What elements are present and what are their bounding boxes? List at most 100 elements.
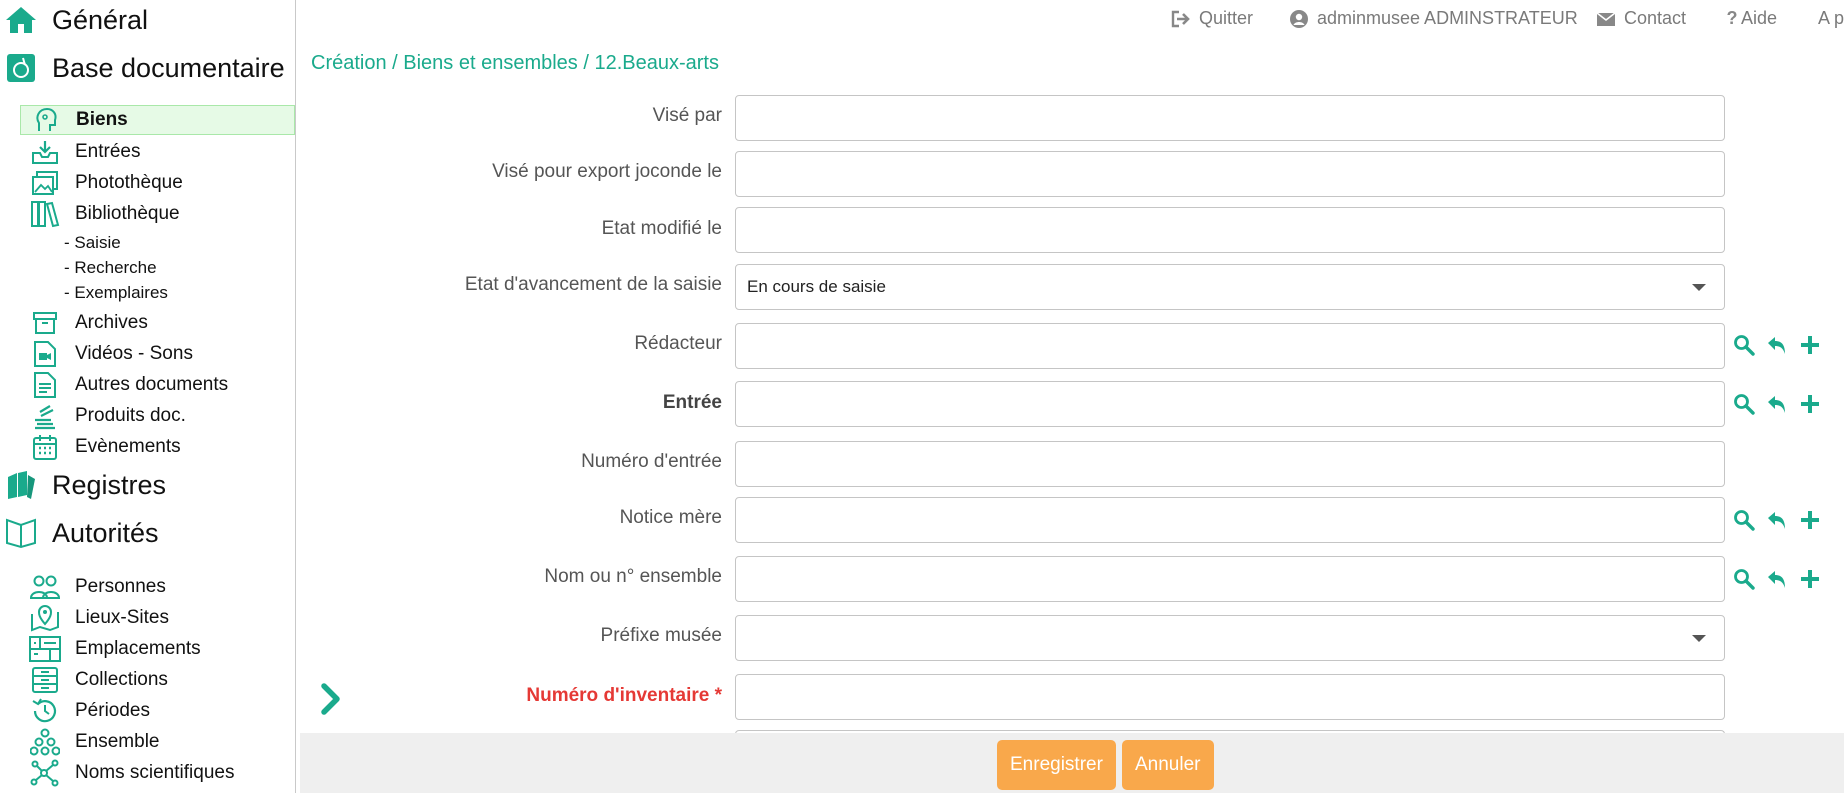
sidebar-item-bibliotheque[interactable]: Bibliothèque xyxy=(20,199,295,229)
nom-ensemble-actions xyxy=(1732,564,1832,594)
truncated-link[interactable]: A p xyxy=(1818,8,1844,29)
search-icon[interactable] xyxy=(1732,565,1755,593)
sidebar-item-autres-documents[interactable]: Autres documents xyxy=(20,370,295,400)
etat-modifie-input[interactable] xyxy=(735,207,1725,253)
undo-icon[interactable] xyxy=(1765,565,1788,593)
sidebar-subitem-recherche[interactable]: - Recherche xyxy=(64,258,157,278)
stack-icon xyxy=(28,401,62,431)
plus-icon[interactable] xyxy=(1799,506,1822,534)
undo-icon[interactable] xyxy=(1765,331,1788,359)
plus-icon[interactable] xyxy=(1799,565,1822,593)
section-base-documentaire-label: Base documentaire xyxy=(52,52,285,83)
prefixe-musee-select[interactable] xyxy=(735,615,1725,661)
sidebar-item-label: Emplacements xyxy=(75,638,201,659)
label-nom-ensemble: Nom ou n° ensemble xyxy=(544,566,722,587)
undo-icon[interactable] xyxy=(1765,390,1788,418)
sidebar-item-label: Archives xyxy=(75,312,148,333)
sidebar-item-archives[interactable]: Archives xyxy=(20,308,295,338)
vise-export-joconde-input[interactable] xyxy=(735,151,1725,197)
sidebar-item-emplacements[interactable]: Emplacements xyxy=(20,634,295,664)
label-vise-par: Visé par xyxy=(652,105,722,126)
images-icon xyxy=(28,168,62,198)
people-icon xyxy=(28,572,62,602)
sidebar-item-produits-doc[interactable]: Produits doc. xyxy=(20,401,295,431)
section-registres-label: Registres xyxy=(52,469,167,500)
section-general[interactable]: Général xyxy=(4,2,148,38)
quit-link[interactable]: Quitter xyxy=(1171,8,1253,29)
archive-icon xyxy=(28,308,62,338)
redacteur-actions xyxy=(1732,330,1832,360)
numero-entree-input[interactable] xyxy=(735,441,1725,487)
search-icon[interactable] xyxy=(1732,506,1755,534)
entree-input[interactable] xyxy=(735,381,1725,427)
nom-ensemble-input[interactable] xyxy=(735,556,1725,602)
sidebar-item-lieux-sites[interactable]: Lieux-Sites xyxy=(20,603,295,633)
documents-icon xyxy=(4,51,38,85)
breadcrumb[interactable]: Création / Biens et ensembles / 12.Beaux… xyxy=(311,52,719,75)
undo-icon[interactable] xyxy=(1765,506,1788,534)
sidebar-item-biens[interactable]: Biens xyxy=(20,105,295,135)
sidebar-item-phototheque[interactable]: Photothèque xyxy=(20,168,295,198)
chevron-down-icon xyxy=(1692,284,1706,291)
notice-mere-actions xyxy=(1732,505,1832,535)
label-notice-mere: Notice mère xyxy=(619,507,722,528)
plus-icon[interactable] xyxy=(1799,390,1822,418)
label-etat-modifie: Etat modifié le xyxy=(601,218,722,239)
chevron-right-icon[interactable] xyxy=(316,680,346,718)
cancel-button[interactable]: Annuler xyxy=(1122,740,1214,790)
sidebar-item-noms-scientifiques[interactable]: Noms scientifiques xyxy=(20,758,295,788)
help-link[interactable]: ? Aide xyxy=(1726,8,1778,29)
plus-icon[interactable] xyxy=(1799,331,1822,359)
sidebar-item-label: Produits doc. xyxy=(75,405,186,426)
vise-par-input[interactable] xyxy=(735,95,1725,141)
sidebar-item-periodes[interactable]: Périodes xyxy=(20,696,295,726)
video-file-icon xyxy=(28,339,62,369)
sidebar-subitem-exemplaires[interactable]: - Exemplaires xyxy=(64,283,168,303)
object-icon xyxy=(29,105,63,135)
sidebar-item-evenements[interactable]: Evènements xyxy=(20,432,295,462)
save-button[interactable]: Enregistrer xyxy=(997,740,1116,790)
sidebar-item-label: Collections xyxy=(75,669,168,690)
sidebar-item-personnes[interactable]: Personnes xyxy=(20,572,295,602)
notice-mere-input[interactable] xyxy=(735,497,1725,543)
numero-inventaire-input[interactable] xyxy=(735,674,1725,720)
user-circle-icon xyxy=(1289,9,1309,29)
label-redacteur: Rédacteur xyxy=(634,333,722,354)
user-menu[interactable]: adminmusee ADMINSTRATEUR xyxy=(1289,8,1578,29)
label-entree: Entrée xyxy=(662,392,722,413)
truncated-label: A p xyxy=(1818,8,1844,28)
sidebar-item-label: Autres documents xyxy=(75,374,229,395)
sidebar-item-label: Lieux-Sites xyxy=(75,607,169,628)
sidebar-subitem-saisie[interactable]: - Saisie xyxy=(64,233,121,253)
map-pin-icon xyxy=(28,603,62,633)
search-icon[interactable] xyxy=(1732,331,1755,359)
sidebar-item-label: Bibliothèque xyxy=(75,203,180,224)
sidebar-item-label: Photothèque xyxy=(75,172,183,193)
label-etat-avancement: Etat d'avancement de la saisie xyxy=(464,274,722,295)
inbox-icon xyxy=(28,137,62,167)
redacteur-input[interactable] xyxy=(735,323,1725,369)
sidebar-item-label: Périodes xyxy=(75,700,150,721)
sidebar-item-entrees[interactable]: Entrées xyxy=(20,137,295,167)
search-icon[interactable] xyxy=(1732,390,1755,418)
section-autorites[interactable]: Autorités xyxy=(4,515,159,551)
sidebar-item-collections[interactable]: Collections xyxy=(20,665,295,695)
top-bar: Quitter adminmusee ADMINSTRATEUR Contact… xyxy=(296,0,1844,40)
etat-avancement-select[interactable]: En cours de saisie xyxy=(735,264,1725,310)
sidebar-item-videos-sons[interactable]: Vidéos - Sons xyxy=(20,339,295,369)
home-icon xyxy=(4,3,38,37)
label-numero-inventaire: Numéro d'inventaire * xyxy=(526,685,722,706)
section-registres[interactable]: Registres xyxy=(4,467,166,503)
contact-link[interactable]: Contact xyxy=(1596,8,1686,29)
sidebar-item-ensemble[interactable]: Ensemble xyxy=(20,727,295,757)
bottom-action-bar: Enregistrer Annuler xyxy=(300,733,1844,793)
envelope-icon xyxy=(1596,9,1616,29)
entree-actions xyxy=(1732,389,1832,419)
storage-icon xyxy=(28,634,62,664)
drawers-icon xyxy=(28,665,62,695)
chevron-down-icon xyxy=(1692,635,1706,642)
library-icon xyxy=(28,199,62,229)
sidebar-item-label: Entrées xyxy=(75,141,141,162)
section-base-documentaire[interactable]: Base documentaire xyxy=(4,50,285,86)
document-icon xyxy=(28,370,62,400)
